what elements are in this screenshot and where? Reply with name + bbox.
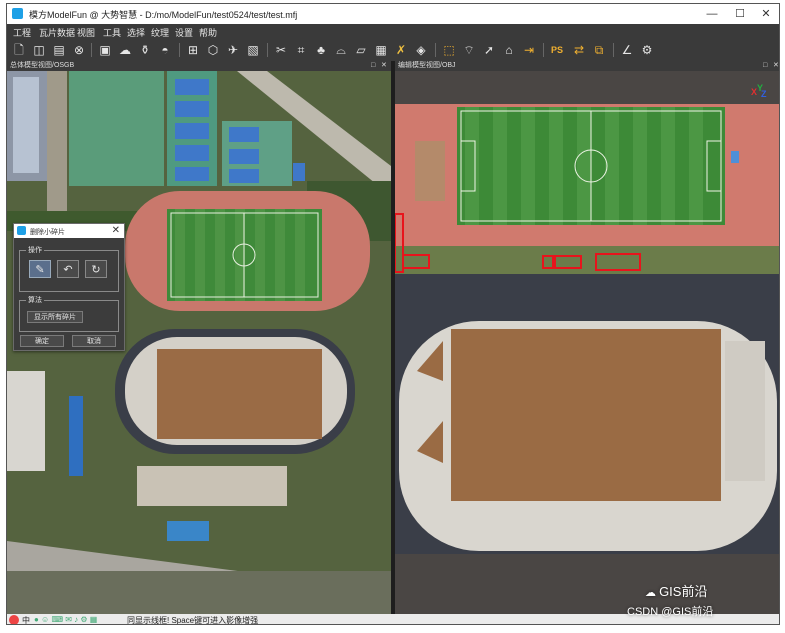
- toolbar-separator: [435, 43, 436, 57]
- cloud-icon[interactable]: ☁: [117, 42, 133, 58]
- ok-button[interactable]: 确定: [20, 335, 64, 347]
- ime-toolbar-icons: ● ☺ ⌨ ✉ ♪ ⚙ ▦: [34, 615, 98, 624]
- toolbar: 🗋 ◫ ▤ ⊗ ▣ ☁ ⚱ ◓ ⊞ ⬡ ✈ ▧ ✂ ⌗ ♣ ⌓ ⏥ ▦ ✗ ◈ …: [7, 39, 779, 62]
- menu-view[interactable]: 视图: [77, 26, 95, 39]
- brush-select-button[interactable]: ✎: [29, 260, 51, 278]
- menu-bar: 工程 瓦片数据 视图 工具 选择 纹理 设置 帮助: [7, 24, 779, 39]
- dialog-title-bar[interactable]: 删除小碎片 ✕: [14, 224, 124, 238]
- toolbar-separator: [543, 43, 544, 57]
- maximize-button[interactable]: ☐: [727, 6, 753, 22]
- cancel-button[interactable]: 取消: [72, 335, 116, 347]
- ime-mode-indicator[interactable]: 中: [22, 615, 30, 624]
- status-text: 同显示线框! Space键可进入影像增强: [127, 616, 259, 625]
- image-icon[interactable]: ▧: [245, 42, 261, 58]
- ime-logo-icon: [9, 615, 19, 624]
- left-panel-header: 总体模型视图/OSGB □ ✕: [7, 61, 391, 71]
- window-title: 模方ModelFun @ 大势智慧 - D:/mo/ModelFun/test0…: [29, 10, 298, 20]
- watermark-source: CSDN @GIS前沿: [627, 606, 714, 618]
- new-file-icon[interactable]: 🗋: [11, 42, 27, 58]
- angle-icon[interactable]: ∠: [619, 42, 635, 58]
- app-window: 模方ModelFun @ 大势智慧 - D:/mo/ModelFun/test0…: [6, 3, 780, 625]
- fill-icon[interactable]: ◓: [157, 42, 173, 58]
- dialog-close-button[interactable]: ✕: [112, 225, 120, 236]
- float-panel-button[interactable]: □: [763, 61, 767, 71]
- dialog-app-icon: [17, 226, 26, 235]
- basket-icon[interactable]: ⌂: [501, 42, 517, 58]
- stop-icon[interactable]: ▣: [97, 42, 113, 58]
- dialog-title: 删除小碎片: [30, 229, 65, 236]
- crop-icon[interactable]: ⌗: [293, 42, 309, 58]
- select-rect-icon[interactable]: ⬚: [441, 42, 457, 58]
- menu-project[interactable]: 工程: [13, 26, 31, 39]
- operations-group-label: 操作: [26, 245, 44, 255]
- brush-delete-icon[interactable]: ✗: [393, 42, 409, 58]
- left-panel-title: 总体模型视图/OSGB: [10, 62, 75, 69]
- title-bar: 模方ModelFun @ 大势智慧 - D:/mo/ModelFun/test0…: [7, 4, 779, 25]
- grid-icon[interactable]: ⊞: [185, 42, 201, 58]
- clear-icon[interactable]: ⊗: [71, 42, 87, 58]
- undo-button[interactable]: ↶: [57, 260, 79, 278]
- menu-tools[interactable]: 工具: [103, 26, 121, 39]
- menu-settings[interactable]: 设置: [175, 26, 193, 39]
- bridge-icon[interactable]: ⌓: [333, 42, 349, 58]
- axis-z-label: Z: [761, 89, 767, 99]
- clipboard-icon[interactable]: ▤: [51, 42, 67, 58]
- remove-fragments-dialog: 删除小碎片 ✕ 操作 ✎ ↶ ↻ 算法 显示所有碎片 确定 取消: [13, 223, 125, 351]
- toolbar-separator: [613, 43, 614, 57]
- minimize-button[interactable]: —: [699, 6, 725, 22]
- right-panel-header: 编辑模型视图/OBJ □ ✕: [395, 61, 779, 71]
- vase-icon[interactable]: ⚱: [137, 42, 153, 58]
- toolbar-separator: [267, 43, 268, 57]
- refresh-button[interactable]: ↻: [85, 260, 107, 278]
- arrow-right-icon[interactable]: ⇥: [521, 42, 537, 58]
- cube-icon[interactable]: ⬡: [205, 42, 221, 58]
- obj-viewport[interactable]: X Y Z: [395, 71, 779, 614]
- aerial-scene-right: [395, 71, 779, 614]
- close-panel-button[interactable]: ✕: [381, 61, 387, 71]
- toolbar-separator: [91, 43, 92, 57]
- ps-icon[interactable]: PS: [549, 42, 565, 58]
- texture-swap-icon[interactable]: ⇄: [571, 42, 587, 58]
- close-window-button[interactable]: ✕: [753, 6, 779, 22]
- menu-tiles[interactable]: 瓦片数据: [39, 26, 75, 39]
- algorithm-group-label: 算法: [26, 295, 44, 305]
- close-panel-button[interactable]: ✕: [773, 61, 779, 71]
- layers-icon[interactable]: ⧉: [591, 42, 607, 58]
- algorithm-group: 算法 显示所有碎片: [19, 295, 119, 332]
- menu-select[interactable]: 选择: [127, 26, 145, 39]
- airplane-icon[interactable]: ✈: [225, 42, 241, 58]
- wechat-icon: ☁: [645, 587, 660, 599]
- split-view-icon[interactable]: ◫: [31, 42, 47, 58]
- flatten-icon[interactable]: ⏥: [353, 42, 369, 58]
- gear-icon[interactable]: ⚙: [639, 42, 655, 58]
- tree-icon[interactable]: ♣: [313, 42, 329, 58]
- right-panel-title: 编辑模型视图/OBJ: [398, 62, 456, 69]
- scissors-icon[interactable]: ✂: [273, 42, 289, 58]
- cursor-icon[interactable]: ➚: [481, 42, 497, 58]
- select-lasso-icon[interactable]: ⌔: [461, 42, 477, 58]
- building-icon[interactable]: ▦: [373, 42, 389, 58]
- menu-texture[interactable]: 纹理: [151, 26, 169, 39]
- operations-group: 操作 ✎ ↶ ↻: [19, 245, 119, 292]
- menu-help[interactable]: 帮助: [199, 26, 217, 39]
- show-all-fragments-button[interactable]: 显示所有碎片: [27, 311, 83, 323]
- app-logo-icon: [12, 8, 23, 19]
- watermark-brand: ☁ GIS前沿: [645, 584, 708, 599]
- float-panel-button[interactable]: □: [371, 61, 375, 71]
- paint-bucket-icon[interactable]: ◈: [413, 42, 429, 58]
- toolbar-separator: [179, 43, 180, 57]
